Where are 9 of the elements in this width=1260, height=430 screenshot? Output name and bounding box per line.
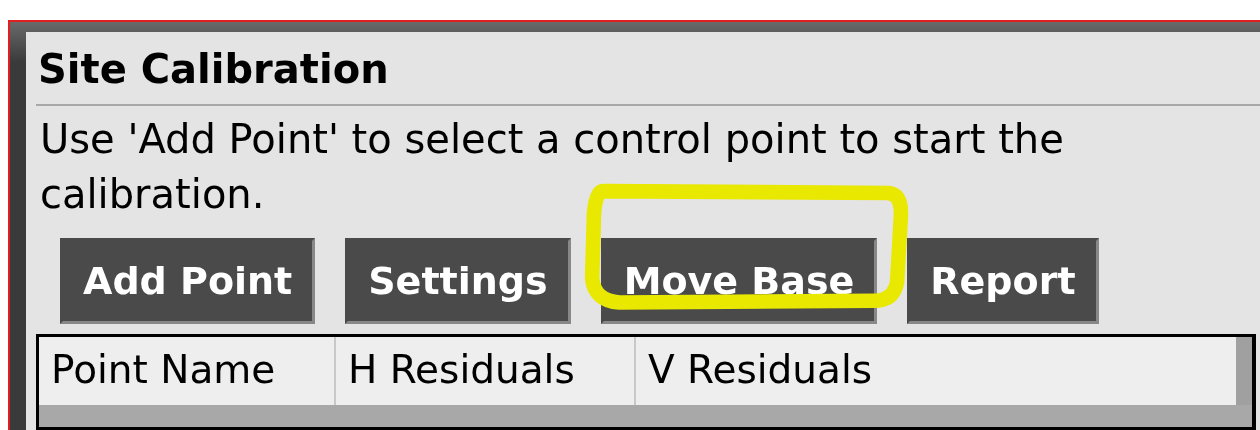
column-header[interactable]: Point Name: [39, 337, 336, 405]
toolbar-button[interactable]: Settings: [345, 238, 571, 324]
column-header[interactable]: V Residuals: [636, 337, 1236, 405]
instruction-text: Use 'Add Point' to select a control point to start the calibration.: [39, 115, 1065, 219]
toolbar-button[interactable]: Report: [907, 238, 1099, 324]
scrollbar[interactable]: [1236, 337, 1252, 405]
panel-title: Site Calibration: [37, 45, 390, 94]
toolbar-button[interactable]: Add Point: [60, 238, 316, 324]
column-header[interactable]: H Residuals: [336, 337, 636, 405]
